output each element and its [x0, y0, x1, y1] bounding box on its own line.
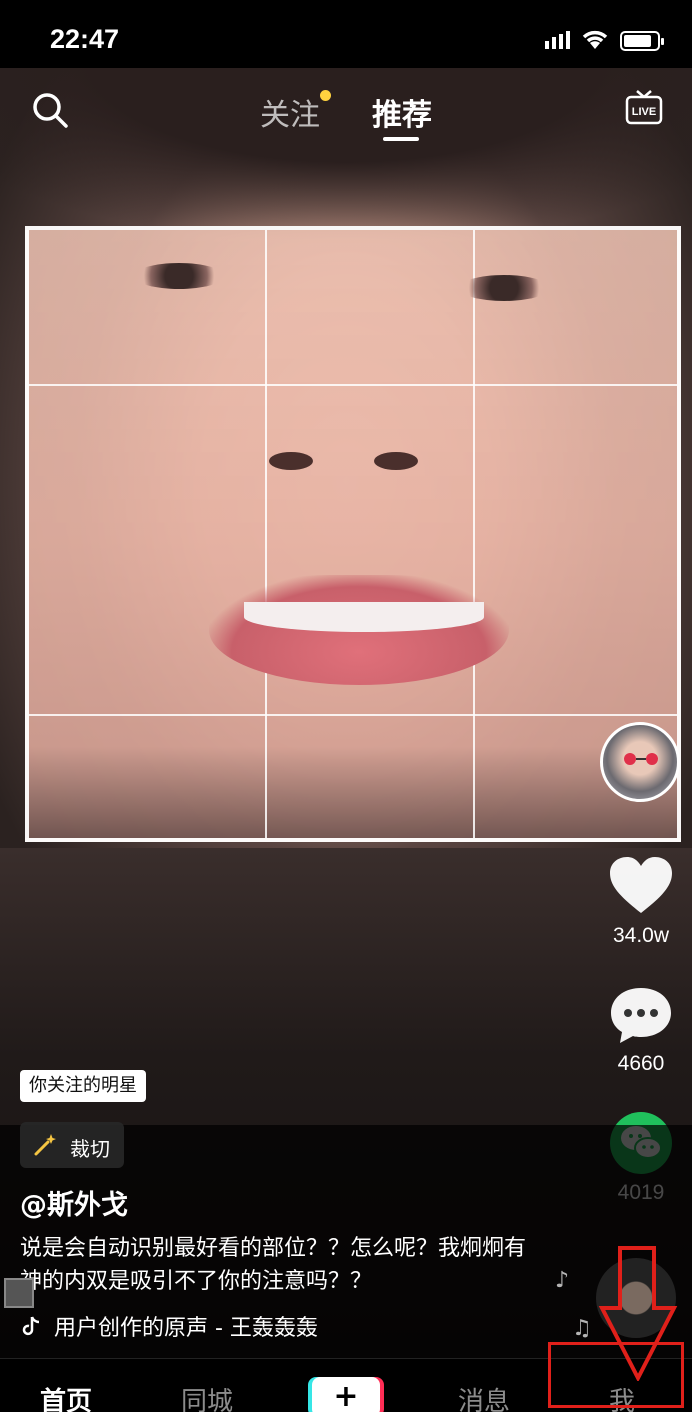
battery-level: [624, 35, 651, 47]
search-icon[interactable]: [30, 90, 70, 130]
floating-widget[interactable]: [4, 1278, 34, 1308]
tab-messages[interactable]: 消息: [458, 1381, 510, 1412]
create-button[interactable]: +: [312, 1377, 380, 1412]
tab-recommend[interactable]: 推荐: [372, 90, 432, 134]
comment-icon[interactable]: [608, 985, 674, 1047]
magic-wand-icon: [34, 1134, 56, 1156]
face-teeth: [244, 602, 484, 632]
followed-star-tag: 你关注的明星: [20, 1070, 146, 1102]
tab-city[interactable]: 同城: [181, 1381, 233, 1412]
face-nostril: [374, 452, 418, 470]
annotation-arrow-icon: [598, 1246, 678, 1381]
live-icon[interactable]: LIVE: [624, 88, 664, 128]
music-note-icon: [22, 1316, 40, 1336]
crop-grid-line: [473, 230, 475, 838]
avatar-glasses: [624, 753, 658, 765]
face-nostril: [269, 452, 313, 470]
tab-home[interactable]: 首页: [40, 1381, 92, 1412]
floating-note-icon: ♫: [572, 1316, 592, 1341]
tab-follow[interactable]: 关注: [260, 90, 320, 134]
face-eye-right: [459, 275, 549, 301]
floating-note-icon: ♪: [555, 1268, 570, 1293]
battery-icon: [620, 31, 664, 51]
crop-grid-line: [29, 714, 677, 716]
effect-chip[interactable]: 裁切: [20, 1122, 124, 1168]
music-info[interactable]: 用户创作的原声 - 王轰轰轰: [20, 1310, 318, 1342]
status-time: 22:47: [50, 24, 120, 54]
status-bar: 22:47: [0, 0, 692, 68]
creator-avatar[interactable]: [600, 722, 680, 802]
crop-grid-line: [265, 230, 267, 838]
like-count: 34.0w: [612, 924, 670, 947]
music-title: 用户创作的原声 - 王轰轰轰: [54, 1316, 318, 1341]
comment-count: 4660: [617, 1052, 665, 1075]
author-name[interactable]: @斯外戈: [20, 1183, 128, 1222]
face-eye-left: [134, 263, 224, 289]
cellular-signal-icon: [545, 31, 570, 49]
crop-grid-line: [29, 384, 677, 386]
effect-label: 裁切: [70, 1137, 110, 1161]
follow-notification-dot: [320, 90, 331, 101]
crop-frame: [25, 226, 681, 842]
video-caption: 说是会自动识别最好看的部位？？怎么呢？我炯炯有神的内双是吸引不了你的注意吗？？: [20, 1236, 527, 1294]
wifi-icon: [582, 30, 608, 49]
heart-icon[interactable]: [608, 855, 674, 915]
live-label: LIVE: [632, 106, 656, 118]
active-tab-indicator: [383, 137, 419, 141]
